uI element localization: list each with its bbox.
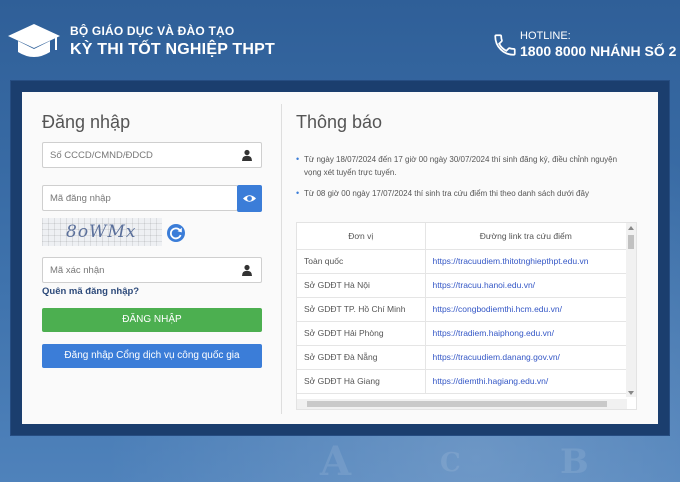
show-password-button[interactable] [237,185,262,212]
score-lookup-table: Đơn vị Đường link tra cứu điểm Toàn quốc… [297,223,627,394]
id-number-field[interactable] [42,142,262,168]
eye-icon [243,195,256,202]
table-header-row: Đơn vị Đường link tra cứu điểm [297,223,627,250]
unit-cell: Sở GDĐT TP. Hồ Chí Minh [297,297,426,322]
table-row: Sở GDĐT TP. Hồ Chí Minh https://congbodi… [297,297,627,322]
graduation-cap-logo [8,24,60,57]
horizontal-scrollbar[interactable] [297,399,627,409]
table-row: Sở GDĐT Hà Giang https://diemthi.hagiang… [297,369,627,394]
vertical-scrollbar[interactable] [626,223,636,397]
phone-icon [494,34,516,56]
org-name: BỘ GIÁO DỤC VÀ ĐÀO TẠO [70,24,235,38]
hotline-label: HOTLINE: [520,30,571,42]
score-link[interactable]: https://tracuudiem.danang.gov.vn/ [425,345,627,370]
background-decoration: C [440,448,461,478]
id-number-input[interactable] [43,143,223,167]
score-link[interactable]: https://diemthi.hagiang.edu.vn/ [425,369,627,394]
notice-list: Từ ngày 18/07/2024 đến 17 giờ 00 ngày 30… [296,153,636,208]
table-row: Sở GDĐT Hải Phòng https://tradiem.haipho… [297,321,627,346]
column-divider [281,104,282,414]
table-row: Sở GDĐT Đà Nẵng https://tracuudiem.danan… [297,345,627,370]
table-row: Sở GDĐT Hà Nội https://tracuu.hanoi.edu.… [297,273,627,298]
login-code-input[interactable] [43,186,223,210]
unit-cell: Sở GDĐT Hà Giang [297,369,426,394]
brand: BỘ GIÁO DỤC VÀ ĐÀO TẠO KỲ THI TỐT NGHIỆP… [70,24,275,59]
notice-title: Thông báo [296,112,383,132]
national-portal-login-button[interactable]: Đăng nhập Cổng dịch vụ công quốc gia [42,344,262,368]
unit-cell: Toàn quốc [297,249,426,274]
unit-cell: Sở GDĐT Hà Nội [297,273,426,298]
login-title: Đăng nhập [42,112,131,132]
score-lookup-table-container[interactable]: Đơn vị Đường link tra cứu điểm Toàn quốc… [296,222,637,410]
scroll-up-arrow[interactable] [628,226,634,230]
column-header-link: Đường link tra cứu điểm [425,223,627,250]
hotline-number[interactable]: 1800 8000 NHÁNH SỐ 2 [520,43,676,59]
background-decoration: A [320,438,352,482]
scroll-thumb[interactable] [307,401,607,407]
scroll-down-arrow[interactable] [628,391,634,395]
captcha-image: 8oWMx [42,218,162,246]
background-decoration: B [560,442,589,482]
notice-item: Từ ngày 18/07/2024 đến 17 giờ 00 ngày 30… [296,153,636,179]
score-link[interactable]: https://tracuu.hanoi.edu.vn/ [425,273,627,298]
column-header-unit: Đơn vị [297,223,426,250]
notice-item: Từ 08 giờ 00 ngày 17/07/2024 thí sinh tr… [296,187,636,200]
site-header: BỘ GIÁO DỤC VÀ ĐÀO TẠO KỲ THI TỐT NGHIỆP… [0,0,680,74]
score-link[interactable]: https://congbodiemthi.hcm.edu.vn/ [425,297,627,322]
unit-cell: Sở GDĐT Hải Phòng [297,321,426,346]
score-link[interactable]: https://tradiem.haiphong.edu.vn/ [425,321,627,346]
score-link[interactable]: https://tracuudiem.thitotnghiepthpt.edu.… [425,249,627,274]
table-row: Toàn quốc https://tracuudiem.thitotnghie… [297,249,627,274]
captcha-input[interactable] [43,258,223,282]
login-code-field[interactable] [42,185,238,211]
forgot-code-link[interactable]: Quên mã đăng nhập? [42,286,139,297]
captcha-text: 8oWMx [66,222,137,242]
unit-cell: Sở GDĐT Đà Nẵng [297,345,426,370]
user-icon [242,264,252,276]
captcha-field[interactable] [42,257,262,283]
login-button[interactable]: ĐĂNG NHẬP [42,308,262,332]
refresh-icon[interactable] [166,223,186,243]
user-icon [242,149,252,161]
exam-name: KỲ THI TỐT NGHIỆP THPT [70,41,276,58]
scroll-thumb[interactable] [628,235,634,249]
